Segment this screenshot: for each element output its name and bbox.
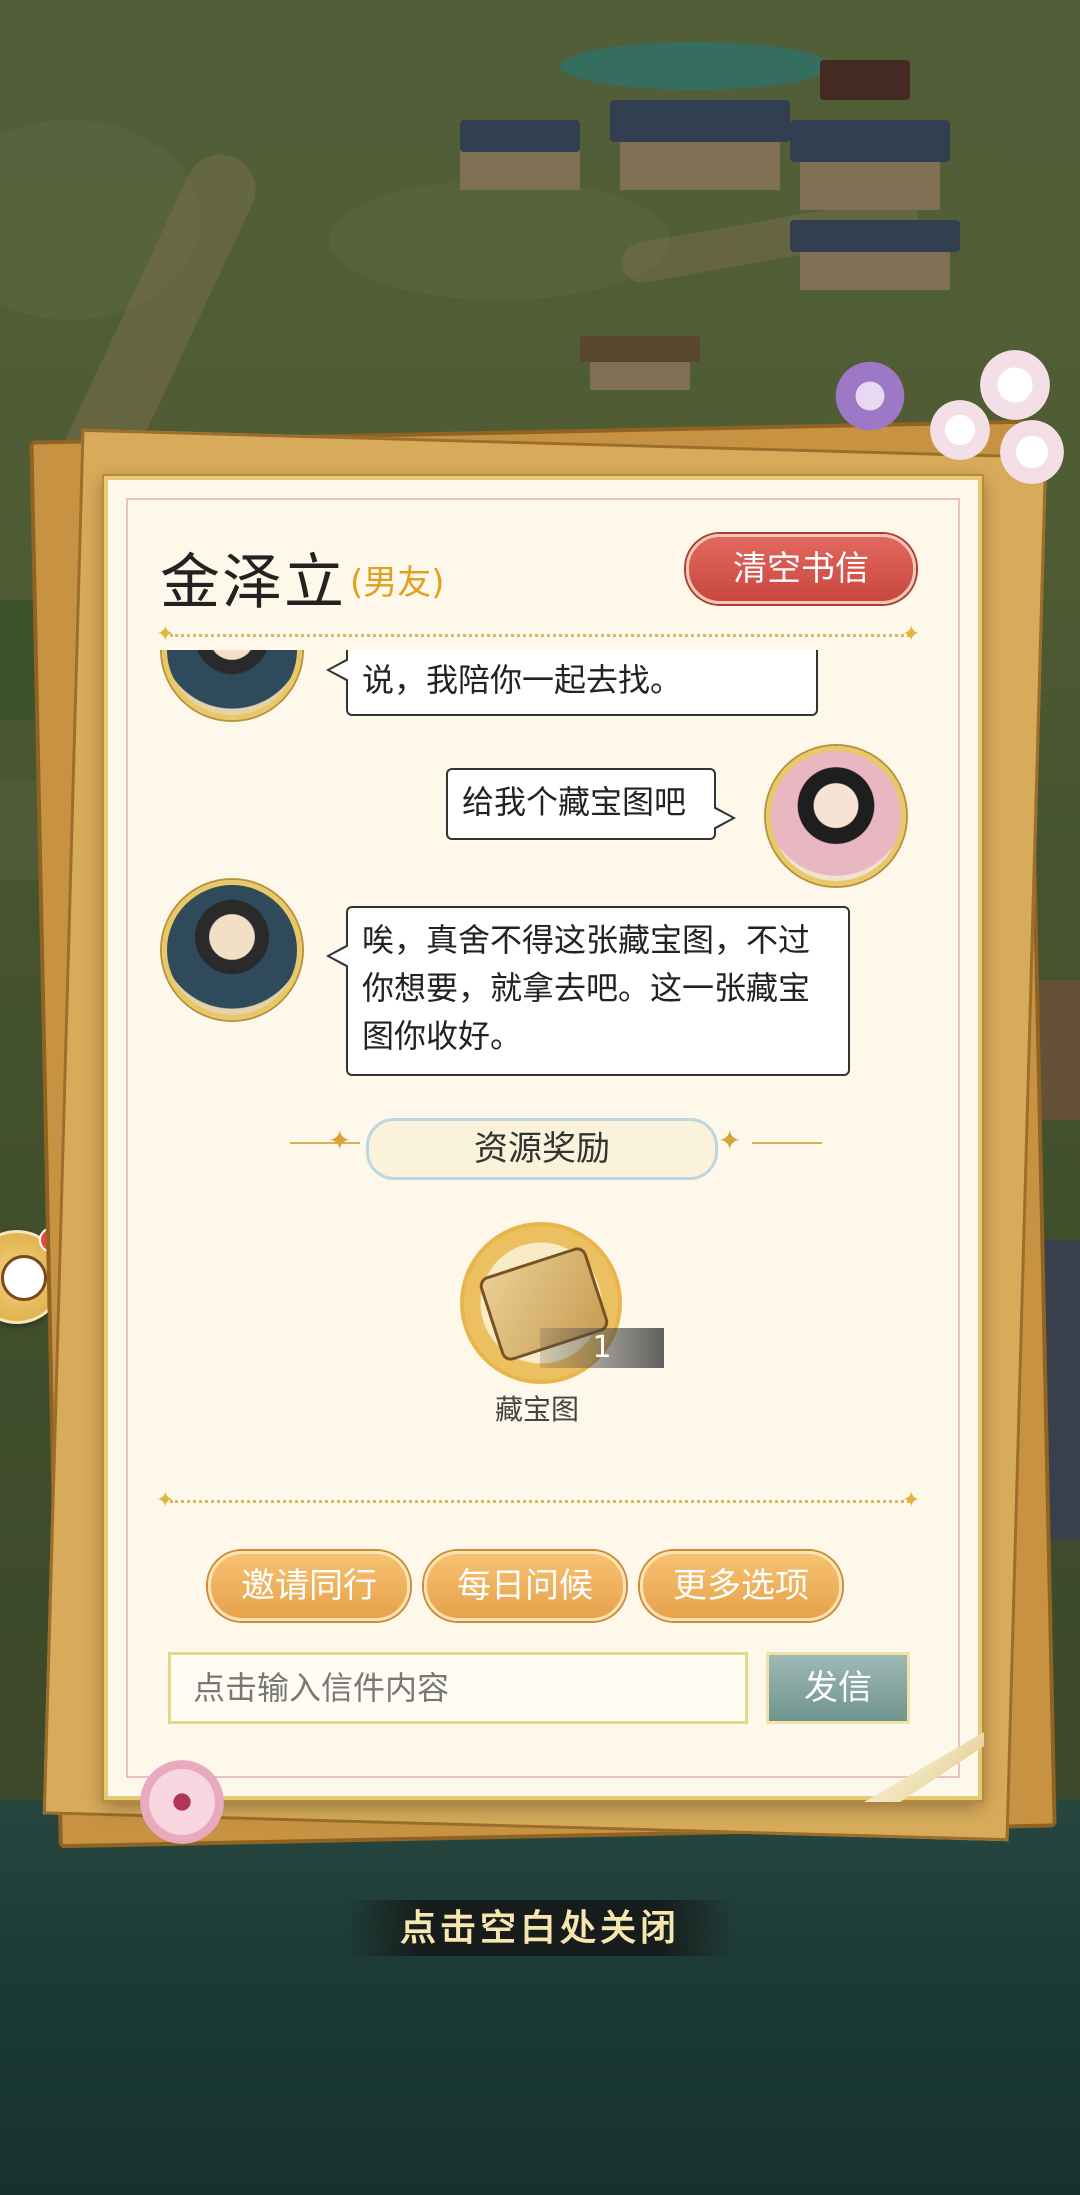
reward-title: 资源奖励 (366, 1118, 718, 1180)
send-letter-button[interactable]: 发信 (766, 1652, 910, 1724)
npc-avatar[interactable] (162, 650, 302, 720)
chat-bubble-icon (1, 1255, 47, 1301)
white-blossom-decoration (1000, 420, 1064, 484)
message-text-line: 你想要，就拿去吧。这一张藏宝 (362, 969, 811, 1007)
reward-item-count: 1 (540, 1328, 664, 1368)
footer-divider: ✦ ✦ (156, 1490, 920, 1512)
diamond-ornament-icon: ✦ (902, 622, 921, 647)
cherry-blossom-decoration (140, 1760, 224, 1844)
npc-avatar[interactable] (162, 880, 302, 1020)
folded-corner (864, 1732, 984, 1802)
player-avatar[interactable] (766, 746, 906, 886)
sparkle-ornament-icon: ✦ (718, 1124, 742, 1157)
contact-relation: (男友) (350, 563, 445, 603)
more-options-button[interactable]: 更多选项 (640, 1551, 842, 1621)
message-text: 说，我陪你一起去找。 (362, 661, 683, 699)
message-text-line: 图你收好。 (362, 1017, 523, 1055)
white-blossom-decoration (980, 350, 1050, 420)
message-bubble: 唉，真舍不得这张藏宝图，不过 你想要，就拿去吧。这一张藏宝 图你收好。 (326, 906, 850, 1076)
clear-letters-button[interactable]: 清空书信 (686, 534, 916, 604)
white-blossom-decoration (930, 400, 990, 460)
diamond-ornament-icon: ✦ (156, 622, 175, 647)
message-text: 给我个藏宝图吧 (462, 783, 687, 821)
letter-content-input[interactable] (168, 1652, 748, 1724)
tap-to-close-hint[interactable]: 点击空白处关闭 (344, 1900, 736, 1956)
reward-item-name: 藏宝图 (494, 1393, 579, 1426)
invite-companion-button[interactable]: 邀请同行 (208, 1551, 410, 1621)
contact-name: 金泽立 (160, 548, 346, 618)
header-divider: ✦ ✦ (156, 624, 920, 646)
daily-greeting-button[interactable]: 每日问候 (424, 1551, 626, 1621)
message-bubble: 给我个藏宝图吧 (446, 768, 736, 840)
diamond-ornament-icon: ✦ (156, 1488, 175, 1513)
diamond-ornament-icon: ✦ (902, 1488, 921, 1513)
message-text-line: 唉，真舍不得这张藏宝图，不过 (362, 921, 811, 959)
purple-blossom-decoration (830, 356, 910, 436)
message-bubble: 说，我陪你一起去找。 (326, 650, 818, 716)
sparkle-ornament-icon: ✦ (328, 1124, 352, 1157)
